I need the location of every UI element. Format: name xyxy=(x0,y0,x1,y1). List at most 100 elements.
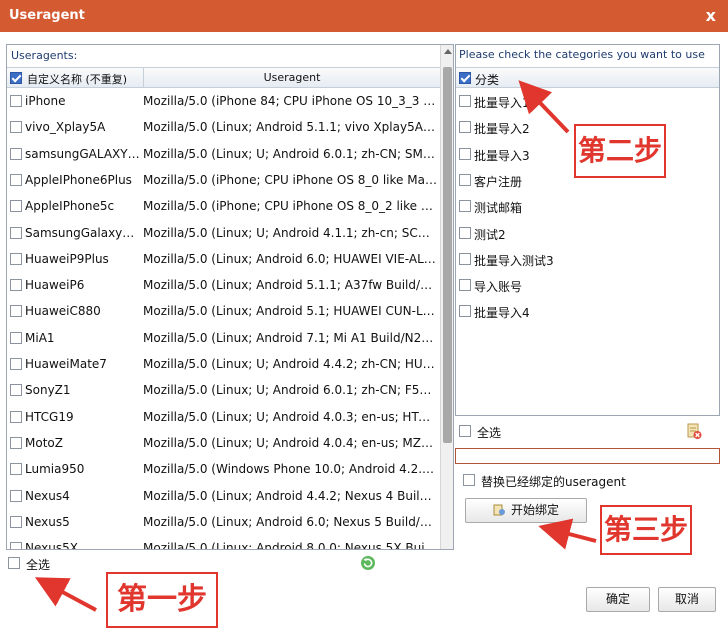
table-row[interactable]: MiA1 Mozilla/5.0 (Linux; Android 7.1; Mi … xyxy=(7,326,440,352)
category-label: 批量导入4 xyxy=(474,306,530,321)
scrollbar-thumb[interactable] xyxy=(443,67,452,443)
column-header-category: 分类 xyxy=(475,73,500,87)
table-row[interactable]: HuaweiC880 Mozilla/5.0 (Linux; Android 5.… xyxy=(7,299,440,325)
vertical-scrollbar[interactable] xyxy=(440,45,453,549)
category-checkbox[interactable] xyxy=(459,252,471,265)
categories-header-checkbox[interactable] xyxy=(459,72,471,84)
row-name: Lumia950 xyxy=(25,462,85,477)
step1-annotation: 第一步 xyxy=(106,572,218,628)
row-checkbox[interactable] xyxy=(10,279,22,292)
category-label: 导入账号 xyxy=(474,280,523,295)
category-checkbox[interactable] xyxy=(459,95,471,107)
row-useragent: Mozilla/5.0 (Windows Phone 10.0; Android… xyxy=(143,462,437,477)
table-row[interactable]: AppleIPhone5c Mozilla/5.0 (iPhone; CPU iP… xyxy=(7,194,440,220)
row-useragent: Mozilla/5.0 (Linux; Android 6.0; HUAWEI … xyxy=(143,251,437,266)
table-row[interactable]: AppleIPhone6Plus Mozilla/5.0 (iPhone; CPU… xyxy=(7,168,440,194)
table-row[interactable]: samsungGALAXY_C7 Mozilla/5.0 (Linux; U; A… xyxy=(7,142,440,168)
table-row[interactable]: HTCG19 Mozilla/5.0 (Linux; U; Android 4.0… xyxy=(7,405,440,431)
step1-arrow xyxy=(34,577,97,612)
row-checkbox[interactable] xyxy=(10,173,22,186)
row-useragent: Mozilla/5.0 (Linux; U; Android 4.0.4; en… xyxy=(143,435,437,450)
row-checkbox[interactable] xyxy=(10,200,22,213)
row-checkbox[interactable] xyxy=(10,331,22,344)
category-item[interactable]: 批量导入4 xyxy=(456,299,719,325)
table-row[interactable]: SamsungGalaxyNot...Mozilla/5.0 (Linux; U… xyxy=(7,221,440,247)
row-name: vivo_Xplay5A xyxy=(25,120,106,135)
close-button[interactable]: x xyxy=(706,6,716,25)
replace-bound-checkbox[interactable] xyxy=(463,474,475,486)
categories-panel: Please check the categories you want to … xyxy=(455,44,720,416)
select-all-header-checkbox[interactable] xyxy=(10,72,22,84)
row-name: SonyZ1 xyxy=(25,383,71,398)
categories-header: 分类 xyxy=(456,67,719,88)
table-row[interactable]: Nexus5X Mozilla/5.0 (Linux; Android 8.0.0… xyxy=(7,536,440,549)
category-label: 批量导入测试3 xyxy=(474,253,554,268)
category-item[interactable]: 测试2 xyxy=(456,221,719,247)
column-header-useragent[interactable]: Useragent xyxy=(143,68,440,87)
category-checkbox[interactable] xyxy=(459,121,471,134)
ok-button[interactable]: 确定 xyxy=(586,587,650,612)
row-name: HTCG19 xyxy=(25,409,74,424)
row-name: SamsungGalaxyNot... xyxy=(25,225,141,240)
category-checkbox[interactable] xyxy=(459,147,471,160)
table-row[interactable]: HuaweiMate7 Mozilla/5.0 (Linux; U; Androi… xyxy=(7,352,440,378)
row-checkbox[interactable] xyxy=(10,436,22,449)
row-useragent: Mozilla/5.0 (Linux; Android 6.0; Nexus 5… xyxy=(143,514,437,529)
right-select-all[interactable]: 全选 xyxy=(459,424,719,444)
row-checkbox[interactable] xyxy=(10,147,22,160)
table-row[interactable]: MotoZ Mozilla/5.0 (Linux; U; Android 4.0.… xyxy=(7,431,440,457)
category-item[interactable]: 批量导入测试3 xyxy=(456,247,719,273)
table-row[interactable]: Nexus5 Mozilla/5.0 (Linux; Android 6.0; N… xyxy=(7,510,440,536)
row-checkbox[interactable] xyxy=(10,515,22,528)
row-checkbox[interactable] xyxy=(10,410,22,423)
start-binding-button[interactable]: 开始绑定 xyxy=(465,498,587,523)
category-checkbox[interactable] xyxy=(459,279,471,292)
replace-bound-option[interactable]: 替换已经绑定的useragent xyxy=(463,472,713,492)
row-name: Nexus5X xyxy=(25,541,78,549)
row-useragent: Mozilla/5.0 (Linux; Android 7.1; Mi A1 B… xyxy=(143,330,437,345)
row-useragent: Mozilla/5.0 (Linux; U; Android 6.0.1; zh… xyxy=(143,383,437,398)
row-checkbox[interactable] xyxy=(10,463,22,476)
scroll-up-arrow-icon[interactable] xyxy=(444,49,452,54)
row-checkbox[interactable] xyxy=(10,121,22,134)
row-name: HuaweiP6 xyxy=(25,278,85,293)
row-checkbox[interactable] xyxy=(10,384,22,397)
refresh-icon[interactable] xyxy=(360,555,376,571)
category-label: 批量导入3 xyxy=(474,148,530,163)
category-item[interactable]: 批量导入1 xyxy=(456,89,719,115)
row-checkbox[interactable] xyxy=(10,358,22,370)
useragents-table-header: 自定义名称 (不重复) Useragent xyxy=(7,67,440,88)
row-name: MotoZ xyxy=(25,435,63,450)
category-checkbox[interactable] xyxy=(459,173,471,186)
category-item[interactable]: 测试邮箱 xyxy=(456,194,719,220)
category-checkbox[interactable] xyxy=(459,305,471,318)
column-header-name[interactable]: 自定义名称 (不重复) xyxy=(27,71,127,87)
row-checkbox[interactable] xyxy=(10,226,22,239)
row-checkbox[interactable] xyxy=(10,252,22,265)
category-label: 批量导入2 xyxy=(474,122,530,137)
table-row[interactable]: iPhone Mozilla/5.0 (iPhone 84; CPU iPhone… xyxy=(7,89,440,115)
table-row[interactable]: Nexus4 Mozilla/5.0 (Linux; Android 4.4.2;… xyxy=(7,484,440,510)
category-checkbox[interactable] xyxy=(459,226,471,239)
right-select-all-checkbox[interactable] xyxy=(459,425,471,437)
row-checkbox[interactable] xyxy=(10,305,22,318)
left-select-all-checkbox[interactable] xyxy=(8,557,20,569)
row-name: AppleIPhone5c xyxy=(25,199,115,214)
row-checkbox[interactable] xyxy=(10,542,22,549)
row-checkbox[interactable] xyxy=(10,489,22,502)
category-item[interactable]: 导入账号 xyxy=(456,273,719,299)
table-row[interactable]: HuaweiP6 Mozilla/5.0 (Linux; Android 5.1.… xyxy=(7,273,440,299)
table-row[interactable]: HuaweiP9Plus Mozilla/5.0 (Linux; Android … xyxy=(7,247,440,273)
table-row[interactable]: Lumia950 Mozilla/5.0 (Windows Phone 10.0;… xyxy=(7,457,440,483)
clear-selection-icon[interactable] xyxy=(686,422,702,440)
table-row[interactable]: SonyZ1 Mozilla/5.0 (Linux; U; Android 6.0… xyxy=(7,378,440,404)
left-select-all-label: 全选 xyxy=(26,558,51,572)
row-useragent: Mozilla/5.0 (iPhone; CPU iPhone OS 8_0_2… xyxy=(143,199,437,214)
row-name: iPhone xyxy=(25,94,66,108)
row-checkbox[interactable] xyxy=(10,95,22,107)
row-useragent: Mozilla/5.0 (Linux; Android 5.1.1; A37fw… xyxy=(143,278,437,293)
category-checkbox[interactable] xyxy=(459,200,471,213)
cancel-button[interactable]: 取消 xyxy=(658,587,716,612)
table-row[interactable]: vivo_Xplay5A Mozilla/5.0 (Linux; Android … xyxy=(7,115,440,141)
row-name: Nexus4 xyxy=(25,488,70,503)
